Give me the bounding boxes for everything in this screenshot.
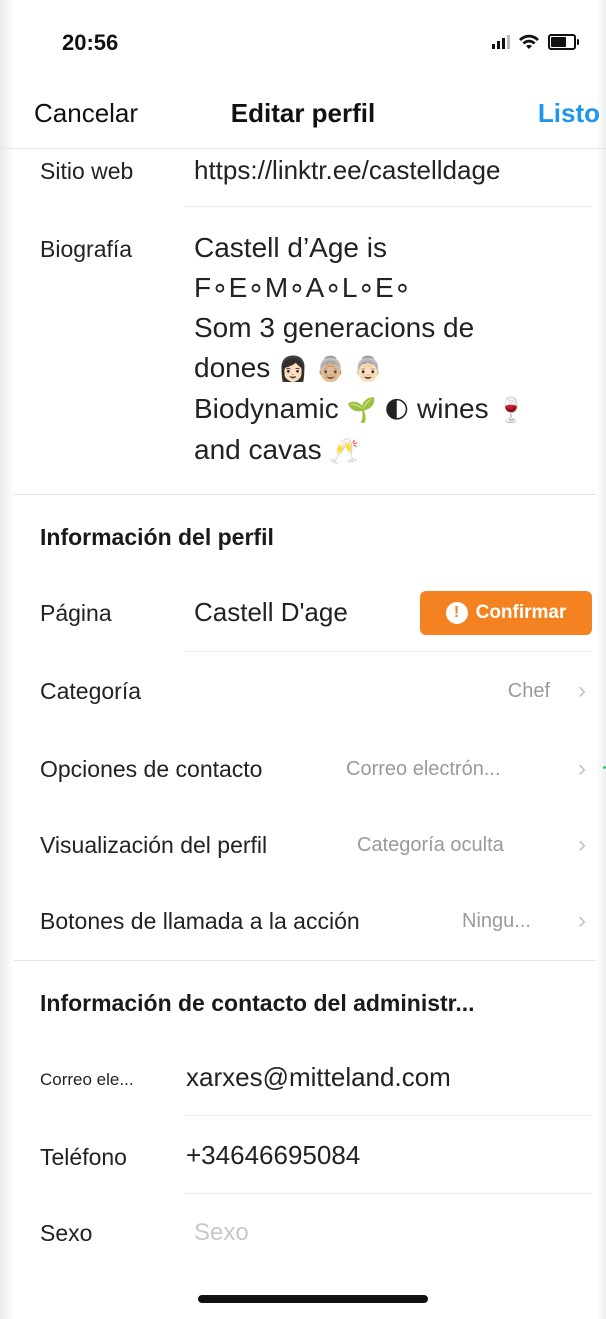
battery-icon [548, 34, 579, 50]
page-value[interactable]: Castell D'age [194, 597, 348, 628]
divider [185, 206, 592, 207]
contact-options-value: Correo electrón... [346, 758, 501, 780]
bio-field[interactable]: Castell d’Age is F∘E∘M∘A∘L∘E∘ Som 3 gene… [194, 228, 594, 471]
section-divider [14, 960, 596, 961]
section-divider [14, 494, 596, 495]
category-label: Categoría [40, 678, 142, 704]
bio-line: F∘E∘M∘A∘L∘E∘ [194, 272, 412, 303]
email-label: Correo ele... [40, 1070, 134, 1089]
bio-line: and cavas 🥂 [194, 434, 360, 465]
clinking-glasses-emoji-icon: 🥂 [329, 437, 360, 465]
gender-field[interactable]: Sexo [194, 1219, 249, 1247]
seedling-emoji-icon: 🌱 [346, 396, 377, 424]
wifi-icon [519, 34, 539, 49]
edit-profile-screen: 20:56 Cancelar Editar perfil Listo Sitio… [0, 0, 606, 1319]
status-time: 20:56 [62, 30, 119, 55]
contact-options-label: Opciones de contacto [40, 756, 263, 782]
chevron-right-icon: › [578, 677, 586, 704]
divider [185, 1115, 592, 1116]
bio-line: Biodynamic 🌱 🌓 wines 🍷 [194, 393, 527, 424]
navigation-bar: Cancelar Editar perfil Listo [0, 80, 606, 149]
older-woman-emoji-icon: 👵🏼 [315, 355, 346, 383]
bio-line: Castell d’Age is [194, 232, 387, 263]
phone-label: Teléfono [40, 1144, 127, 1170]
home-indicator[interactable] [198, 1295, 428, 1303]
divider [185, 1193, 592, 1194]
right-edge-shadow [596, 0, 606, 1319]
profile-display-label: Visualización del perfil [40, 832, 268, 858]
grandmother-emoji-icon: 👵🏻 [353, 355, 384, 383]
profile-display-value: Categoría oculta [357, 834, 504, 856]
admin-contact-header: Información de contacto del administr... [40, 990, 475, 1016]
wine-glass-emoji-icon: 🍷 [496, 396, 527, 424]
chevron-right-icon: › [578, 907, 586, 934]
email-field[interactable]: xarxes@mitteland.com [186, 1062, 451, 1093]
call-to-action-label: Botones de llamada a la acción [40, 908, 360, 934]
bio-line: dones 👩🏻 👵🏼 👵🏻 [194, 352, 384, 383]
phone-field[interactable]: +34646695084 [186, 1140, 360, 1171]
status-icons [492, 34, 579, 50]
confirm-button[interactable]: ! Confirmar [420, 591, 592, 635]
chevron-right-icon: › [578, 755, 586, 782]
chevron-right-icon: › [578, 831, 586, 858]
confirm-button-label: Confirmar [475, 602, 567, 623]
bio-line: Som 3 generacions de [194, 312, 475, 343]
profile-info-header: Información del perfil [40, 524, 274, 550]
website-field[interactable]: https://linktr.ee/castelldage [194, 155, 500, 186]
exclamation-icon: ! [445, 602, 468, 624]
moon-emoji-icon: 🌓 [384, 396, 410, 424]
woman-emoji-icon: 👩🏻 [278, 355, 308, 383]
gender-label: Sexo [40, 1220, 93, 1246]
signal-icon [492, 35, 510, 49]
page-label: Página [40, 600, 112, 626]
website-label: Sitio web [40, 158, 134, 184]
left-edge-shadow [0, 0, 14, 1319]
done-button[interactable]: Listo [538, 98, 600, 129]
bio-label: Biografía [40, 236, 133, 262]
page-title: Editar perfil [230, 98, 376, 128]
call-to-action-value: Ningu... [462, 910, 531, 932]
divider [185, 651, 592, 652]
category-value: Chef [507, 680, 550, 702]
status-bar: 20:56 [0, 0, 606, 80]
